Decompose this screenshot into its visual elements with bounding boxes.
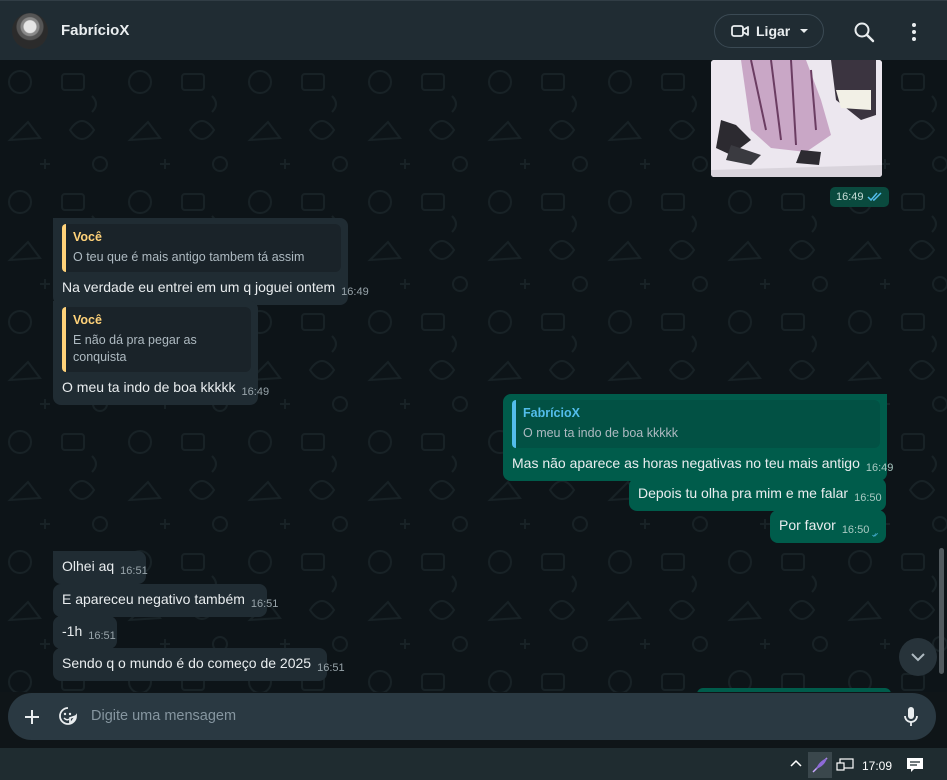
message-list[interactable]: 16:49 Você O teu que é mais antigo tambe… [0, 60, 947, 692]
chevron-up-icon[interactable] [790, 759, 802, 767]
message-text: Por favor [779, 517, 836, 533]
quote-author: Você [73, 230, 102, 244]
quoted-message[interactable]: Você E não dá pra pegar as conquista [62, 307, 251, 372]
search-icon[interactable] [853, 21, 875, 43]
double-check-icon [872, 533, 879, 537]
message-time: 16:50 [854, 492, 882, 504]
scrollbar-thumb[interactable] [939, 548, 944, 674]
network-icon[interactable] [836, 758, 854, 772]
scroll-to-bottom-button[interactable] [899, 638, 937, 676]
microphone-icon[interactable] [903, 706, 919, 728]
sticker-icon[interactable] [58, 706, 78, 726]
quote-author: Você [73, 313, 102, 327]
chat-header: FabrícioX Ligar [0, 0, 947, 60]
video-camera-icon [731, 25, 749, 37]
message-text: Depois tu olha pra mim e me falar [638, 485, 849, 501]
plus-icon[interactable] [22, 707, 42, 727]
message-time: 16:50 [841, 524, 870, 536]
message-text: E apareceu negativo também [62, 591, 245, 607]
chevron-down-icon [800, 29, 809, 33]
more-vertical-icon[interactable] [903, 21, 925, 43]
quote-text: E não dá pra pegar as conquista [73, 333, 197, 364]
message-text: Sendo q o mundo é do começo de 2025 [62, 655, 312, 671]
system-clock[interactable]: 17:09 [862, 759, 892, 773]
quoted-message[interactable]: FabrícioX O meu ta indo de boa kkkkk [512, 400, 880, 448]
call-label: Ligar [756, 23, 791, 39]
message-time: 16:51 [88, 630, 116, 642]
quote-author: FabrícioX [523, 406, 580, 420]
image-timestamp: 16:49 [830, 187, 889, 207]
contact-avatar[interactable] [12, 13, 48, 49]
os-taskbar: 17:09 [0, 748, 947, 780]
contact-name[interactable]: FabrícioX [61, 22, 129, 39]
double-check-icon [867, 192, 882, 202]
incoming-message[interactable]: Você E não dá pra pegar as conquista O m… [53, 301, 269, 405]
image-message[interactable] [711, 60, 882, 177]
manga-image [711, 60, 882, 177]
quoted-message[interactable]: Você O teu que é mais antigo tambem tá a… [62, 224, 341, 272]
chevron-down-icon [911, 653, 925, 662]
message-text: Mas não aparece as horas negativas no te… [512, 455, 860, 471]
message-text: O meu ta indo de boa kkkkk [62, 379, 236, 395]
composer-bar: Digite uma mensagem [0, 692, 947, 748]
notification-icon[interactable] [906, 757, 924, 773]
incoming-message[interactable]: E apareceu negativo também 16:51 [53, 584, 278, 617]
quote-text: O teu que é mais antigo tambem tá assim [73, 250, 305, 264]
incoming-message[interactable]: -1h 16:51 [53, 616, 117, 649]
message-time: 16:49 [341, 286, 369, 298]
quote-text: O meu ta indo de boa kkkkk [523, 426, 678, 440]
message-input-box[interactable]: Digite uma mensagem [8, 693, 936, 740]
message-time: 16:49 [241, 386, 270, 398]
message-input-placeholder[interactable]: Digite uma mensagem [91, 708, 236, 724]
message-time: 16:49 [865, 462, 894, 474]
message-text: Olhei aq [62, 558, 115, 574]
call-button[interactable]: Ligar [714, 14, 824, 48]
incoming-message[interactable]: Sendo q o mundo é do começo de 2025 16:5… [53, 648, 345, 681]
incoming-message[interactable]: Olhei aq 16:51 [53, 551, 148, 584]
message-time: 16:51 [317, 662, 345, 674]
feather-icon[interactable] [811, 756, 829, 774]
outgoing-message[interactable]: Por favor 16:50 [770, 510, 886, 543]
outgoing-message[interactable]: Depois tu olha pra mim e me falar 16:50 [629, 478, 886, 511]
outgoing-message[interactable]: FabrícioX O meu ta indo de boa kkkkk Mas… [503, 394, 893, 481]
message-time: 16:51 [250, 598, 279, 610]
message-text: Na verdade eu entrei em um q joguei onte… [62, 279, 336, 295]
message-time: 16:49 [836, 191, 864, 203]
message-text: -1h [62, 623, 83, 639]
incoming-message[interactable]: Você O teu que é mais antigo tambem tá a… [53, 218, 369, 305]
message-time: 16:51 [120, 565, 148, 577]
